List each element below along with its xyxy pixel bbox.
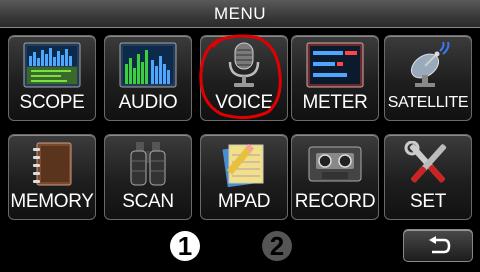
- memory-button[interactable]: MEMORY: [8, 134, 96, 220]
- set-label: SET: [409, 191, 447, 212]
- cassette-tape-icon: [308, 146, 362, 182]
- notebook-icon: [33, 142, 72, 186]
- record-button[interactable]: RECORD: [291, 134, 379, 220]
- meter-button[interactable]: METER: [291, 35, 379, 121]
- return-arrow-icon: [429, 236, 451, 254]
- menu-title: MENU: [0, 0, 480, 28]
- page-1-indicator[interactable]: 1: [170, 231, 200, 261]
- scope-label: SCOPE: [19, 92, 85, 113]
- scope-button[interactable]: SCOPE: [8, 35, 96, 121]
- audio-label: AUDIO: [118, 92, 178, 113]
- satellite-label: SATELLITE: [387, 94, 469, 111]
- page-2-indicator[interactable]: 2: [262, 231, 292, 261]
- binoculars-icon: [130, 142, 166, 186]
- meter-label: METER: [302, 92, 368, 113]
- tools-icon: [404, 141, 447, 183]
- voice-label: VOICE: [215, 92, 273, 113]
- mpad-label: MPAD: [217, 191, 271, 212]
- mpad-button[interactable]: MPAD: [200, 134, 288, 220]
- meter-icon: [306, 42, 364, 88]
- scan-button[interactable]: SCAN: [104, 134, 192, 220]
- back-button[interactable]: [403, 229, 473, 262]
- voice-button[interactable]: VOICE: [200, 35, 288, 121]
- audio-icon: [119, 42, 177, 88]
- microphone-icon: [228, 42, 260, 87]
- memory-label: MEMORY: [10, 191, 94, 212]
- scope-icon: [23, 42, 81, 88]
- satellite-button[interactable]: SATELLITE: [384, 35, 472, 121]
- notepad-pencil-icon: [222, 144, 264, 187]
- record-label: RECORD: [294, 191, 376, 212]
- scan-label: SCAN: [122, 191, 174, 212]
- satellite-dish-icon: [410, 42, 450, 87]
- set-button[interactable]: SET: [384, 134, 472, 220]
- audio-button[interactable]: AUDIO: [104, 35, 192, 121]
